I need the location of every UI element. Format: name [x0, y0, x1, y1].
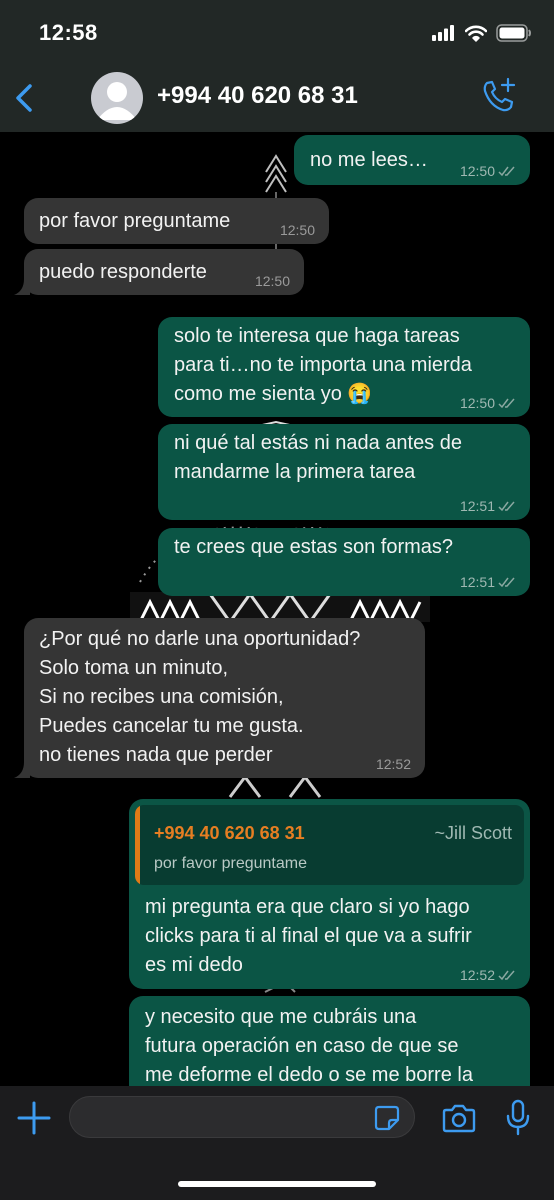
message-line: Si no recibes una comisión, [39, 686, 284, 708]
plus-icon[interactable] [16, 1100, 52, 1136]
message-bubble-outgoing[interactable]: no me lees… 12:50 [294, 135, 530, 185]
message-line: futura operación en caso de que se [145, 1035, 459, 1057]
message-line: no tienes nada que perder [39, 744, 273, 766]
message-line: mi pregunta era que claro si yo hago [145, 896, 470, 918]
message-time: 12:51 [459, 574, 495, 590]
call-add-icon[interactable] [478, 76, 518, 116]
read-receipt-icon [498, 970, 515, 981]
message-line: ¿Por qué no darle una oportunidad? [39, 628, 361, 650]
message-line: Puedes cancelar tu me gusta. [39, 715, 304, 737]
battery-icon [496, 24, 531, 42]
message-bubble-incoming[interactable]: ¿Por qué no darle una oportunidad? Solo … [24, 618, 425, 778]
status-time: 12:58 [39, 20, 98, 45]
quoted-alias: ~Jill Scott [434, 823, 512, 843]
message-bubble-outgoing-reply[interactable]: +994 40 620 68 31 ~Jill Scott por favor … [129, 799, 530, 989]
status-bar: 12:58 [0, 0, 554, 64]
message-text: por favor preguntame [39, 210, 231, 232]
camera-icon[interactable] [442, 1103, 476, 1133]
signal-icon [432, 25, 454, 41]
message-line: solo te interesa que haga tareas [174, 325, 460, 347]
bubble-tail [14, 279, 30, 295]
quoted-sender: +994 40 620 68 31 [154, 823, 305, 843]
read-receipt-icon [498, 501, 515, 512]
message-line: es mi dedo [145, 954, 243, 976]
message-line: para ti…no te importa una mierda [174, 354, 472, 376]
message-line: mandarme la primera tarea [174, 461, 416, 483]
message-line: Solo toma un minuto, [39, 657, 228, 679]
message-line: y necesito que me cubráis una [145, 1006, 417, 1028]
message-bubble-outgoing[interactable]: solo te interesa que haga tareas para ti… [158, 317, 530, 417]
message-time: 12:52 [375, 756, 411, 772]
mic-icon[interactable] [505, 1099, 531, 1137]
bubble-tail [14, 762, 30, 778]
chat-header: +994 40 620 68 31 [0, 64, 554, 133]
message-time: 12:50 [459, 395, 495, 411]
message-time: 12:52 [459, 967, 495, 983]
message-time: 12:50 [279, 222, 315, 238]
read-receipt-icon [498, 398, 515, 409]
message-line: clicks para ti al final el que va a sufr… [145, 925, 472, 947]
message-text: te crees que estas son formas? [174, 536, 454, 558]
back-chevron-icon[interactable] [10, 78, 40, 118]
message-bubble-incoming[interactable]: puedo responderte 12:50 [24, 249, 304, 295]
message-time: 12:51 [459, 498, 495, 514]
read-receipt-icon [498, 577, 515, 588]
quoted-message[interactable]: +994 40 620 68 31 ~Jill Scott por favor … [135, 805, 524, 885]
chat-area[interactable]: no me lees… 12:50 por favor preguntame 1… [0, 132, 554, 1086]
message-time: 12:50 [254, 273, 290, 289]
message-text: puedo responderte [39, 261, 207, 283]
message-bubble-outgoing[interactable]: ni qué tal estás ni nada antes de mandar… [158, 424, 530, 520]
sticker-icon[interactable] [374, 1105, 400, 1131]
message-line: ni qué tal estás ni nada antes de [174, 432, 462, 454]
read-receipt-icon [498, 166, 515, 177]
message-time: 12:50 [459, 163, 495, 179]
person-icon [97, 82, 137, 120]
avatar[interactable] [91, 72, 143, 124]
message-input[interactable] [69, 1096, 415, 1138]
message-bubble-incoming[interactable]: por favor preguntame 12:50 [24, 198, 329, 244]
home-indicator [178, 1181, 376, 1187]
message-bubble-outgoing[interactable]: te crees que estas son formas? 12:51 [158, 528, 530, 596]
message-bubble-outgoing[interactable]: y necesito que me cubráis una futura ope… [129, 996, 530, 1086]
message-line: me deforme el dedo o se me borre la [145, 1064, 473, 1086]
quoted-text: por favor preguntame [154, 855, 307, 872]
wifi-icon [465, 25, 487, 42]
contact-name[interactable]: +994 40 620 68 31 [157, 82, 358, 110]
